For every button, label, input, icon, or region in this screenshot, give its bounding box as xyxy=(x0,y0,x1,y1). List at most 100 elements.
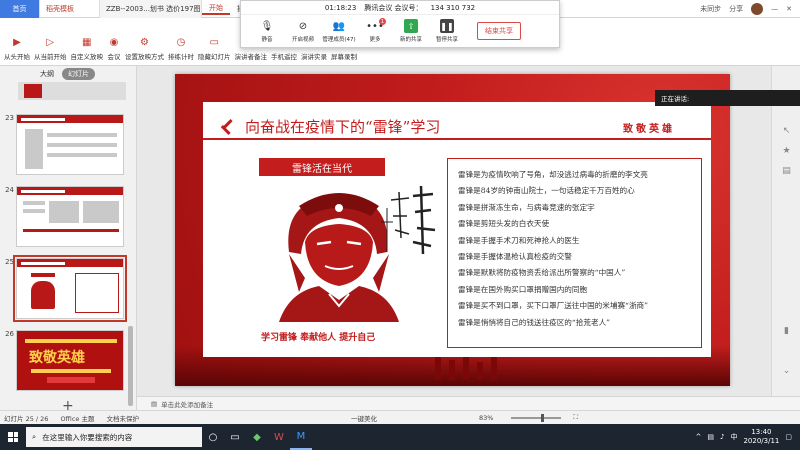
theme-name[interactable]: Office 主题 xyxy=(60,413,94,423)
manage-members-button[interactable]: 👥 管理成员(47) xyxy=(321,19,357,44)
fit-window-icon[interactable]: ⛶ xyxy=(573,413,578,422)
network-icon[interactable]: ▤ xyxy=(707,433,714,441)
volume-icon[interactable]: ♪ xyxy=(720,433,724,441)
close-icon[interactable]: ✕ xyxy=(786,5,792,13)
hide-slide-button[interactable]: ▭ 隐藏幻灯片 xyxy=(198,36,231,62)
hero-line: 雷锋是在国外购买口罩捐赠国内的同胞 xyxy=(458,284,588,294)
pause-share-button[interactable]: ❚❚ 暂停共享 xyxy=(429,19,465,43)
hammer-sickle-icon xyxy=(216,118,235,136)
pause-icon: ❚❚ xyxy=(440,19,454,33)
silhouette-decoration xyxy=(435,354,441,380)
windows-start-icon[interactable] xyxy=(0,424,26,450)
meeting-button[interactable]: ◉ 会议 xyxy=(107,36,121,62)
search-placeholder: 在这里输入你要搜索的内容 xyxy=(42,432,133,442)
play-from-current-button[interactable]: ▷ 从当前开始 xyxy=(34,36,67,62)
rehearse-timing-button[interactable]: ◷ 排练计时 xyxy=(168,36,194,62)
share-screen-icon: ⇧ xyxy=(404,19,418,33)
play-from-start-button[interactable]: ▶ 从头开始 xyxy=(4,36,30,62)
thumbnail-previous-partial[interactable] xyxy=(18,82,126,100)
tab-docer-templates[interactable]: 稻壳模板 xyxy=(40,0,100,18)
slide-header: 向奋战在疫情下的“雷锋”学习 致敬英雄 xyxy=(203,112,711,140)
scroll-thumb[interactable]: ▮ xyxy=(781,326,792,337)
ime-indicator[interactable]: 中 xyxy=(730,432,737,442)
end-share-button[interactable]: 结束共享 xyxy=(477,22,521,40)
hero-line: 雷锋是拼渐冻生命，与病毒竞速的张定宇 xyxy=(458,202,595,212)
hero-list-box[interactable]: 雷锋是为疫情吹响了号角，却没逃过病毒的折磨的李文亮 雷锋是84岁的钟南山院士，一… xyxy=(447,158,702,348)
hero-line: 雷锋是剪短头发的白衣天使 xyxy=(458,219,550,229)
more-badge: 1 xyxy=(379,18,386,25)
tab-outline[interactable]: 大纲 xyxy=(40,69,54,79)
tencent-meeting-icon[interactable]: M xyxy=(290,424,312,450)
zoom-slider[interactable] xyxy=(511,413,562,422)
avatar[interactable] xyxy=(751,3,764,15)
speaking-indicator: 正在讲话: xyxy=(655,90,800,106)
meeting-info: 01:18:23 腾讯会议 会议号： 134 310 732 xyxy=(241,1,559,15)
meeting-id: 134 310 732 xyxy=(430,3,476,12)
meeting-title: 腾讯会议 会议号： xyxy=(364,3,423,12)
beautify-button[interactable]: 一键美化 xyxy=(351,413,377,423)
video-button[interactable]: ⊘ 开启视频 xyxy=(285,19,321,44)
hero-line: 雷锋是悄悄将自己的钱送往疫区的“拾荒老人” xyxy=(458,317,611,327)
mute-button[interactable]: 🎙 静音 xyxy=(249,19,285,44)
notes-placeholder: 单击此处添加备注 xyxy=(161,400,214,409)
tab-document[interactable]: ZZB--2003...划书 选价197图 xyxy=(100,0,202,18)
title-bar-right: 未同步 分享 — ✕ xyxy=(700,0,800,18)
wps-icon[interactable]: W xyxy=(268,424,290,450)
members-icon: 👥 xyxy=(332,20,346,32)
thumbnail-row-25[interactable]: 25 xyxy=(0,255,127,322)
slide[interactable]: 向奋战在疫情下的“雷锋”学习 致敬英雄 雷锋活在当代 学习雷锋 奉献他人 提升自… xyxy=(175,74,730,386)
show-settings-button[interactable]: ⚙ 设置放映方式 xyxy=(125,36,164,62)
slide-title: 向奋战在疫情下的“雷锋”学习 xyxy=(245,118,441,136)
notification-icon[interactable]: ▢ xyxy=(785,433,792,441)
new-share-button[interactable]: ⇧ 新的共享 xyxy=(393,19,429,43)
taskbar-search[interactable]: ⌕ 在这里输入你要搜索的内容 xyxy=(26,427,202,447)
slide-thumbnail-panel: 大纲 幻灯片 23 24 25 26 致敬英雄 + xyxy=(0,66,137,414)
calligraphy-decoration xyxy=(381,185,436,255)
windows-taskbar: ⌕ 在这里输入你要搜索的内容 ○ ▭ ◆ W M ^ ▤ ♪ 中 13:40 2… xyxy=(0,424,800,450)
task-view-icon[interactable]: ○ xyxy=(202,424,224,450)
hero-line: 雷锋是默默将防疫物资丢给派出所警察的“中国人” xyxy=(458,268,626,278)
slide-canvas: 向奋战在疫情下的“雷锋”学习 致敬英雄 雷锋活在当代 学习雷锋 奉献他人 提升自… xyxy=(137,66,771,396)
header-tagline: 致敬英雄 xyxy=(623,124,675,135)
microphone-icon: 🎙 xyxy=(260,20,274,32)
custom-show-button[interactable]: ▦ 自定义放映 xyxy=(71,36,104,62)
thumb-title: 致敬英雄 xyxy=(29,350,85,366)
sidebar-scrollbar[interactable] xyxy=(128,326,133,406)
scroll-down-icon[interactable]: ⌄ xyxy=(781,366,792,377)
notes-area[interactable]: ▤ 单击此处添加备注 xyxy=(137,396,800,410)
animation-icon[interactable]: ★ xyxy=(781,146,792,157)
slide-thumbnail[interactable]: 致敬英雄 xyxy=(16,330,124,391)
timer-icon: ◷ xyxy=(176,36,186,48)
share-button[interactable]: 分享 xyxy=(729,4,743,14)
thumbnail-row-26[interactable]: 26 致敬英雄 xyxy=(0,330,124,391)
thumbnail-row-24[interactable]: 24 xyxy=(0,186,124,247)
clock[interactable]: 13:40 2020/3/11 xyxy=(743,428,779,446)
tab-home[interactable]: 首页 xyxy=(0,0,40,18)
doc-protection[interactable]: 文档未保护 xyxy=(106,413,139,423)
sync-status[interactable]: 未同步 xyxy=(700,4,721,14)
hero-line: 雷锋是84岁的钟南山院士，一句话稳定千万百姓的心 xyxy=(458,186,635,196)
file-explorer-icon[interactable]: ▭ xyxy=(224,424,246,450)
minimize-icon[interactable]: — xyxy=(771,5,778,13)
slide-thumbnail[interactable] xyxy=(16,186,124,247)
video-off-icon: ⊘ xyxy=(298,20,308,32)
app-icon-green[interactable]: ◆ xyxy=(246,424,268,450)
select-icon[interactable]: ↖ xyxy=(781,126,792,137)
meeting-buttons: 🎙 静音 ⊘ 开启视频 👥 管理成员(47) ••• 更多 1 ⇧ 新的共享 ❚❚ 暂停共享 … xyxy=(241,15,559,47)
more-button[interactable]: ••• 更多 1 xyxy=(357,18,393,43)
portrait-banner: 雷锋活在当代 xyxy=(259,158,385,176)
thumbnail-row-23[interactable]: 23 xyxy=(0,114,124,175)
tray-arrow-icon[interactable]: ^ xyxy=(696,433,702,441)
zoom-level[interactable]: 83% xyxy=(479,414,493,422)
settings-icon: ⚙ xyxy=(140,36,149,48)
menu-start[interactable]: 开始 xyxy=(202,3,230,15)
slide-thumbnail-selected[interactable] xyxy=(13,255,127,322)
slide-number: 23 xyxy=(5,114,14,122)
slide-thumbnail[interactable] xyxy=(16,114,124,175)
slide-number: 26 xyxy=(5,330,14,338)
status-bar: 幻灯片 25 / 26 Office 主题 文档未保护 一键美化 83% ⛶ xyxy=(0,410,800,424)
play-current-icon: ▷ xyxy=(46,36,55,48)
system-tray: ^ ▤ ♪ 中 13:40 2020/3/11 ▢ xyxy=(696,428,800,446)
tab-slides[interactable]: 幻灯片 xyxy=(62,68,95,80)
layers-icon[interactable]: ▤ xyxy=(781,166,792,177)
